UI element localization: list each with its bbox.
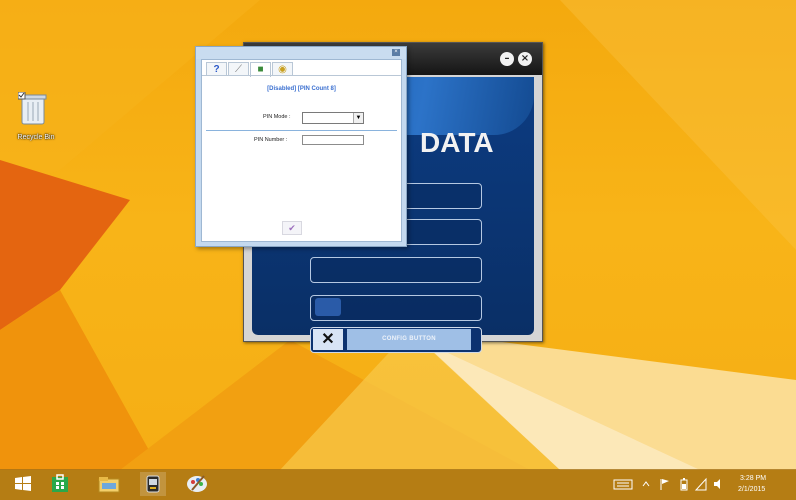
taskbar-usb-app[interactable]	[140, 472, 166, 496]
recycle-bin-label: Recycle Bin	[17, 134, 55, 141]
tools-icon: ✕	[313, 329, 343, 350]
pin-settings-dialog[interactable]: × ? ⟋ ■ ◉ [Disabled] [PIN Count 8] PIN M…	[195, 46, 407, 247]
tray-network[interactable]	[694, 472, 708, 496]
desktop: Recycle Bin – × DATA ✕ CONFIG BUTTON × ?…	[0, 0, 796, 500]
dialog-separator	[206, 130, 397, 131]
tab-wrench-icon[interactable]: ⟋	[228, 62, 249, 76]
usb-device-icon	[146, 475, 160, 493]
tray-time[interactable]: 3:28 PM	[740, 475, 766, 482]
tray-action-center[interactable]	[658, 472, 672, 496]
tab-underline	[202, 75, 401, 76]
dialog-close-button[interactable]: ×	[392, 49, 400, 56]
recycle-bin-desktop-icon[interactable]: Recycle Bin	[6, 92, 62, 152]
tray-volume[interactable]	[712, 472, 726, 496]
start-button[interactable]	[10, 472, 36, 496]
tray-keyboard[interactable]	[612, 472, 634, 496]
paint-icon	[187, 475, 207, 492]
chevron-up-icon	[642, 481, 650, 487]
tray-date[interactable]: 2/1/2015	[738, 486, 765, 493]
screen-icon	[315, 298, 341, 316]
speaker-icon	[714, 479, 720, 489]
pin-status-text: [Disabled] [PIN Count 8]	[267, 86, 336, 92]
windows-start-icon	[15, 476, 31, 491]
taskbar: 3:28 PM 2/1/2015	[0, 469, 796, 500]
tab-help-icon[interactable]: ?	[206, 62, 227, 76]
app-button-4[interactable]	[310, 295, 482, 321]
keyboard-icon	[613, 479, 633, 490]
close-button[interactable]: ×	[518, 52, 532, 66]
taskbar-store[interactable]	[47, 472, 73, 496]
network-icon	[694, 477, 707, 491]
flag-icon	[660, 479, 669, 490]
brand-logo-text: DATA	[420, 127, 494, 158]
pin-mode-label: PIN Mode :	[263, 114, 291, 120]
dialog-client-area: ? ⟋ ■ ◉ [Disabled] [PIN Count 8] PIN Mod…	[201, 59, 402, 242]
store-icon	[52, 474, 68, 492]
pin-mode-select[interactable]: ▼	[302, 112, 364, 124]
recycle-bin-icon	[18, 92, 47, 125]
apply-button[interactable]: ✔	[282, 221, 302, 235]
battery-icon	[680, 478, 688, 491]
minimize-button[interactable]: –	[500, 52, 514, 66]
pin-number-input[interactable]	[302, 135, 364, 145]
taskbar-file-explorer[interactable]	[96, 472, 122, 496]
tray-battery[interactable]	[678, 472, 690, 496]
pin-number-label: PIN Number :	[254, 137, 288, 143]
tray-show-hidden[interactable]	[640, 472, 652, 496]
app-button-3[interactable]	[310, 257, 482, 283]
config-button-label: CONFIG BUTTON	[347, 329, 471, 350]
taskbar-paint[interactable]	[184, 472, 210, 496]
file-explorer-icon	[98, 477, 120, 493]
tab-key-icon[interactable]: ◉	[272, 62, 293, 76]
dialog-titlebar[interactable]: ×	[196, 47, 406, 59]
chevron-down-icon[interactable]: ▼	[353, 113, 363, 123]
config-button[interactable]: ✕ CONFIG BUTTON	[310, 327, 482, 353]
